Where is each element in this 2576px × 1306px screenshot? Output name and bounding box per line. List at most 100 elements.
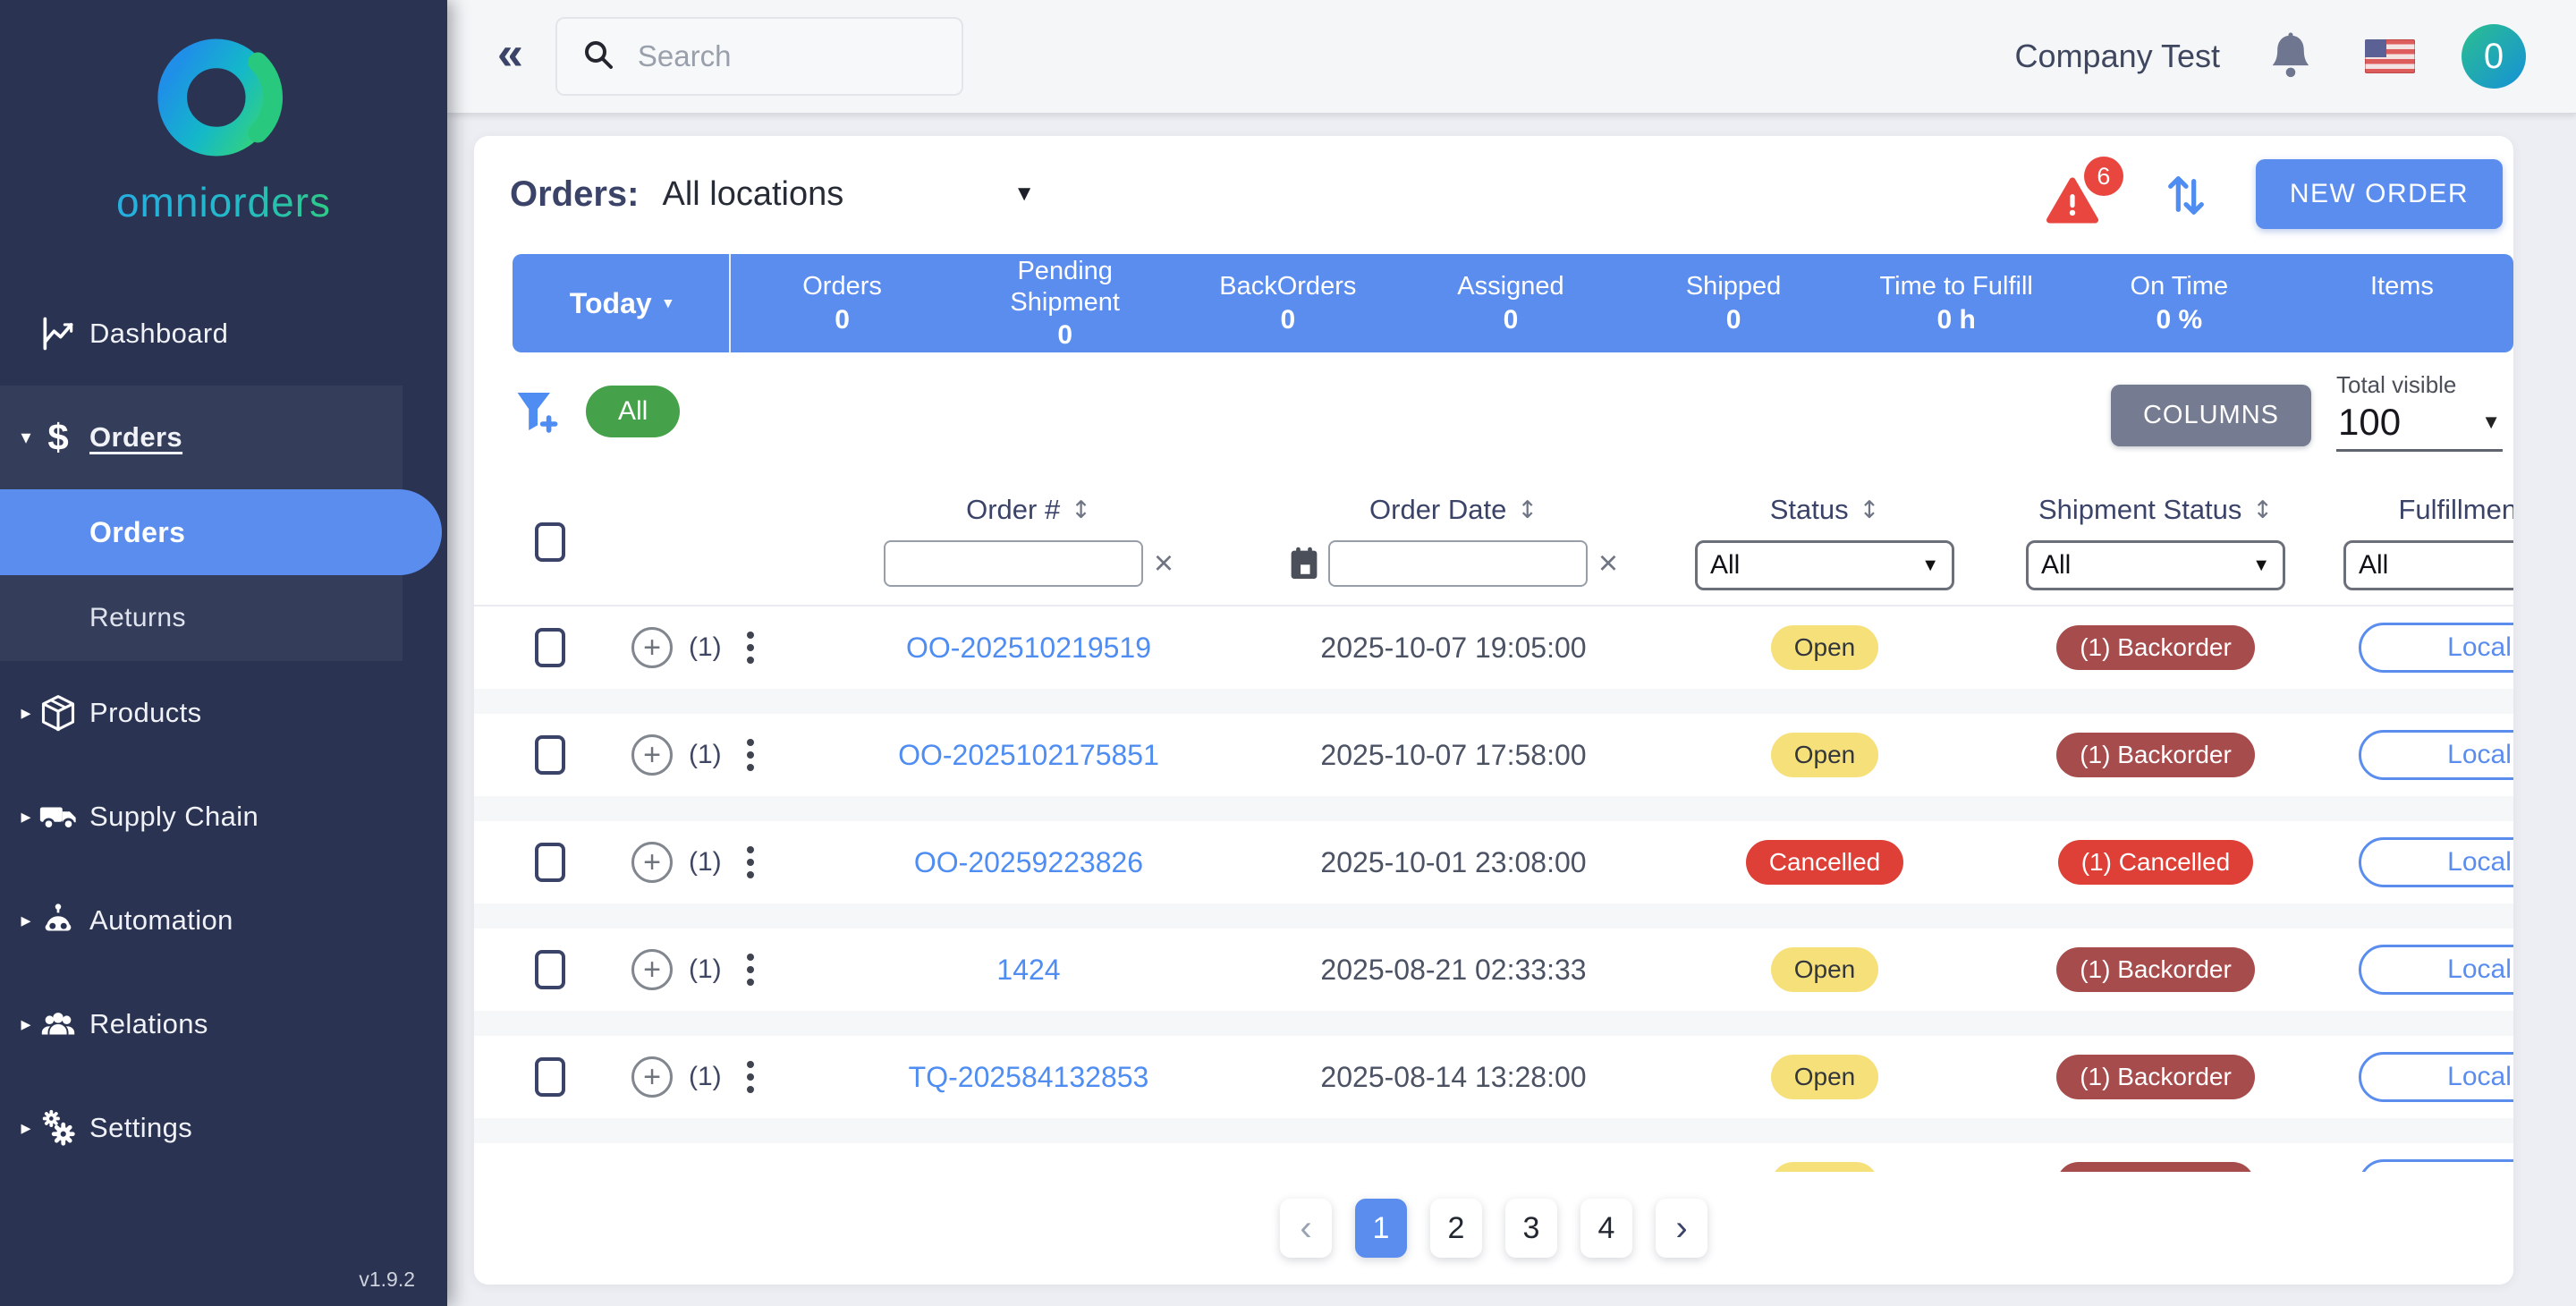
location-value: All locations [663,175,844,214]
language-flag-us[interactable] [2365,39,2415,73]
clear-filter-icon[interactable]: × [1154,547,1174,581]
expand-row-icon[interactable]: + [631,734,673,776]
filter-chip-all[interactable]: All [586,386,680,437]
clear-filter-icon[interactable]: × [1598,547,1618,581]
sidebar-item-orders[interactable]: ▾ $ Orders [0,386,402,489]
sidebar-item-settings[interactable]: ▸ Settings [0,1076,447,1180]
calendar-icon[interactable] [1289,546,1319,581]
row-checkbox[interactable] [535,843,565,882]
notifications-bell-icon[interactable] [2268,31,2313,81]
user-avatar[interactable]: 0 [2462,24,2526,89]
fulfillment-local-button[interactable]: Local [2359,623,2513,673]
sidebar-subitem-orders[interactable]: Orders [0,489,442,575]
expand-row-icon[interactable]: + [631,949,673,990]
sort-order-number-icon[interactable]: ↕ [1071,496,1091,524]
chevron-right-icon: ▸ [16,909,36,932]
status-filter-select[interactable]: All ▼ [1695,540,1954,590]
total-visible-select[interactable]: Total visible 100 ▼ [2336,371,2503,452]
sort-status-icon[interactable]: ↕ [1860,496,1880,524]
alerts-warning-button[interactable]: 6 [2046,162,2123,226]
sidebar-item-supply-chain[interactable]: ▸ Supply Chain [0,765,447,869]
expand-row-icon[interactable]: + [631,842,673,883]
company-menu[interactable]: Company Test [2015,38,2220,75]
fulfillment-filter-select[interactable]: All [2343,540,2513,590]
new-order-button[interactable]: NEW ORDER [2256,159,2503,229]
shipment-status-badge: (1) Backorder [2056,625,2255,670]
sidebar-item-relations[interactable]: ▸ Relations [0,972,447,1076]
status-badge: Open [1771,625,1879,670]
table-row: + (1) OO-202510219519 2025-10-07 19:05:0… [474,606,2513,689]
order-number-link[interactable]: 1424 [996,954,1060,987]
page-2-button[interactable]: 2 [1430,1199,1482,1258]
order-number-link[interactable]: TQ-202584132853 [909,1061,1149,1094]
fulfillment-local-button[interactable]: Local [2359,945,2513,995]
orders-card: Orders: All locations ▼ 6 [474,136,2513,1285]
line-count: (1) [689,954,722,985]
row-menu-icon[interactable] [738,1057,763,1097]
row-menu-icon[interactable] [738,843,763,882]
location-dropdown[interactable]: All locations ▼ [663,175,1036,214]
brand-logo[interactable]: omniorders [0,0,447,226]
row-menu-icon[interactable] [738,735,763,775]
sidebar-item-products[interactable]: ▸ Products [0,661,447,765]
page-1-button[interactable]: 1 [1355,1199,1407,1258]
fulfillment-local-button[interactable]: Local [2359,837,2513,887]
chevron-right-icon: ▸ [16,701,36,725]
fulfillment-local-button[interactable]: Local [2359,730,2513,780]
sidebar-subitem-returns[interactable]: Returns [0,575,402,661]
collapse-sidebar-icon[interactable]: « [497,30,523,77]
row-checkbox[interactable] [535,735,565,775]
chevron-down-icon: ▼ [1013,182,1035,207]
chevron-down-icon: ▼ [1921,555,1939,576]
expand-row-icon[interactable]: + [631,627,673,668]
row-checkbox[interactable] [535,950,565,989]
order-number-link[interactable]: OO-20259223826 [914,846,1143,879]
brand-wordmark: omniorders [116,178,331,226]
column-header-order-date: Order Date [1369,494,1506,526]
dollar-icon: $ [38,417,79,458]
select-all-checkbox[interactable] [535,522,565,562]
order-date: 2025-08-21 02:33:33 [1261,954,1646,987]
previous-page-button[interactable] [1280,1199,1332,1258]
column-header-order-number: Order # [966,494,1060,526]
sort-order-date-icon[interactable]: ↕ [1517,496,1538,524]
expand-row-icon[interactable]: + [631,1056,673,1098]
row-checkbox[interactable] [535,1057,565,1097]
table-body: + (1) OO-202510219519 2025-10-07 19:05:0… [474,606,2513,1225]
order-number-filter-input[interactable] [884,540,1143,587]
next-page-button[interactable] [1656,1199,1707,1258]
search-input[interactable] [638,39,938,73]
status-badge: Open [1771,947,1879,992]
sidebar-item-dashboard[interactable]: Dashboard [0,282,447,386]
page-4-button[interactable]: 4 [1580,1199,1632,1258]
stat-pending-shipment: Pending Shipment0 [953,254,1176,352]
sidebar-item-automation[interactable]: ▸ Automation [0,869,447,972]
columns-button[interactable]: COLUMNS [2111,385,2311,446]
order-number-link[interactable]: OO-2025102175851 [898,739,1159,772]
row-checkbox[interactable] [535,628,565,667]
stat-assigned: Assigned0 [1399,254,1622,352]
order-date: 2025-10-01 23:08:00 [1261,846,1646,879]
shipment-status-filter-select[interactable]: All ▼ [2026,540,2285,590]
order-date-filter-input[interactable] [1328,540,1588,587]
top-bar: « Company Test 0 [447,0,2576,114]
sort-transfer-icon[interactable] [2163,168,2209,220]
page-3-button[interactable]: 3 [1505,1199,1557,1258]
column-header-status: Status [1770,494,1849,526]
fulfillment-local-button[interactable]: Local [2359,1052,2513,1102]
period-dropdown[interactable]: Today ▾ [513,254,731,352]
sidebar-item-label: Dashboard [0,318,228,350]
row-menu-icon[interactable] [738,628,763,667]
total-visible-label: Total visible [2336,371,2503,399]
line-count: (1) [689,632,722,663]
table-row: + (1) OO-2025102175851 2025-10-07 17:58:… [474,714,2513,796]
order-date: 2025-08-14 13:28:00 [1261,1061,1646,1094]
add-filter-icon[interactable] [513,387,563,436]
row-menu-icon[interactable] [738,950,763,989]
period-value: Today [570,287,652,320]
sort-shipment-status-icon[interactable]: ↕ [2252,496,2273,524]
order-number-link[interactable]: OO-202510219519 [906,632,1151,665]
search-box [555,17,963,96]
truck-icon [38,796,79,837]
chevron-down-icon: ▼ [2252,555,2270,576]
